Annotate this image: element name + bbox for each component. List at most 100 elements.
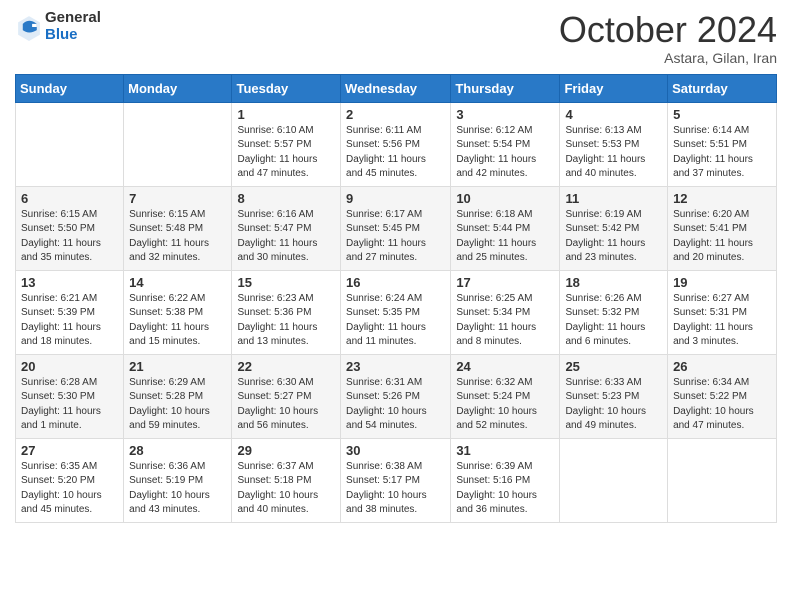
day-number: 15 [237, 275, 335, 290]
calendar-cell: 31 Sunrise: 6:39 AM Sunset: 5:16 PM Dayli… [451, 438, 560, 522]
day-info: Sunrise: 6:11 AM Sunset: 5:56 PM Dayligh… [346, 124, 445, 182]
day-number: 19 [673, 275, 771, 290]
calendar-cell: 21 Sunrise: 6:29 AM Sunset: 5:28 PM Dayli… [124, 354, 232, 438]
day-number: 10 [456, 191, 554, 206]
day-info: Sunrise: 6:37 AM Sunset: 5:18 PM Dayligh… [237, 460, 335, 518]
day-info: Sunrise: 6:18 AM Sunset: 5:44 PM Dayligh… [456, 208, 554, 266]
day-number: 17 [456, 275, 554, 290]
day-number: 11 [565, 191, 662, 206]
day-number: 30 [346, 443, 445, 458]
calendar-week-row: 6Sunrise: 6:15 AM Sunset: 5:50 PM Daylig… [16, 186, 777, 270]
day-number: 9 [346, 191, 445, 206]
day-number: 13 [21, 275, 118, 290]
calendar-cell: 24 Sunrise: 6:32 AM Sunset: 5:24 PM Dayli… [451, 354, 560, 438]
day-number: 18 [565, 275, 662, 290]
day-number: 23 [346, 359, 445, 374]
day-info: Sunrise: 6:33 AM Sunset: 5:23 PM Dayligh… [565, 376, 662, 434]
day-number: 7 [129, 191, 226, 206]
day-info: Sunrise: 6:16 AM Sunset: 5:47 PM Dayligh… [237, 208, 335, 266]
day-info: Sunrise: 6:26 AM Sunset: 5:32 PM Dayligh… [565, 292, 662, 350]
calendar-cell: 27 Sunrise: 6:35 AM Sunset: 5:20 PM Dayli… [16, 438, 124, 522]
calendar-cell [668, 438, 777, 522]
generalblue-logo-icon [15, 13, 43, 41]
calendar-cell: 12 Sunrise: 6:20 AM Sunset: 5:41 PM Dayli… [668, 186, 777, 270]
calendar-cell: 9Sunrise: 6:17 AM Sunset: 5:45 PM Daylig… [341, 186, 451, 270]
calendar-title: October 2024 [559, 10, 777, 50]
weekday-header-wednesday: Wednesday [341, 74, 451, 102]
day-info: Sunrise: 6:39 AM Sunset: 5:16 PM Dayligh… [456, 460, 554, 518]
day-info: Sunrise: 6:22 AM Sunset: 5:38 PM Dayligh… [129, 292, 226, 350]
calendar-cell: 18 Sunrise: 6:26 AM Sunset: 5:32 PM Dayli… [560, 270, 668, 354]
day-info: Sunrise: 6:32 AM Sunset: 5:24 PM Dayligh… [456, 376, 554, 434]
calendar-cell: 4 Sunrise: 6:13 AM Sunset: 5:53 PM Daylig… [560, 102, 668, 186]
day-number: 16 [346, 275, 445, 290]
day-info: Sunrise: 6:13 AM Sunset: 5:53 PM Dayligh… [565, 124, 662, 182]
day-info: Sunrise: 6:20 AM Sunset: 5:41 PM Dayligh… [673, 208, 771, 266]
day-number: 31 [456, 443, 554, 458]
day-number: 1 [237, 107, 335, 122]
day-number: 21 [129, 359, 226, 374]
day-info: Sunrise: 6:29 AM Sunset: 5:28 PM Dayligh… [129, 376, 226, 434]
calendar-cell: 16Sunrise: 6:24 AM Sunset: 5:35 PM Dayli… [341, 270, 451, 354]
calendar-cell: 3 Sunrise: 6:12 AM Sunset: 5:54 PM Daylig… [451, 102, 560, 186]
day-info: Sunrise: 6:12 AM Sunset: 5:54 PM Dayligh… [456, 124, 554, 182]
day-number: 28 [129, 443, 226, 458]
day-number: 14 [129, 275, 226, 290]
day-number: 5 [673, 107, 771, 122]
calendar-cell: 15 Sunrise: 6:23 AM Sunset: 5:36 PM Dayli… [232, 270, 341, 354]
calendar-cell: 30 Sunrise: 6:38 AM Sunset: 5:17 PM Dayli… [341, 438, 451, 522]
calendar-cell: 5 Sunrise: 6:14 AM Sunset: 5:51 PM Daylig… [668, 102, 777, 186]
day-number: 6 [21, 191, 118, 206]
calendar-cell [560, 438, 668, 522]
day-number: 25 [565, 359, 662, 374]
calendar-cell: 17 Sunrise: 6:25 AM Sunset: 5:34 PM Dayli… [451, 270, 560, 354]
logo: General Blue [15, 10, 101, 43]
day-info: Sunrise: 6:35 AM Sunset: 5:20 PM Dayligh… [21, 460, 118, 518]
calendar-cell: 6Sunrise: 6:15 AM Sunset: 5:50 PM Daylig… [16, 186, 124, 270]
day-number: 20 [21, 359, 118, 374]
calendar-cell [16, 102, 124, 186]
weekday-header-thursday: Thursday [451, 74, 560, 102]
calendar-cell: 26 Sunrise: 6:34 AM Sunset: 5:22 PM Dayli… [668, 354, 777, 438]
weekday-header-saturday: Saturday [668, 74, 777, 102]
calendar-week-row: 13 Sunrise: 6:21 AM Sunset: 5:39 PM Dayli… [16, 270, 777, 354]
day-number: 27 [21, 443, 118, 458]
calendar-cell: 20 Sunrise: 6:28 AM Sunset: 5:30 PM Dayli… [16, 354, 124, 438]
page: General Blue October 2024 Astara, Gilan,… [0, 0, 792, 538]
day-info: Sunrise: 6:10 AM Sunset: 5:57 PM Dayligh… [237, 124, 335, 182]
calendar-cell: 23 Sunrise: 6:31 AM Sunset: 5:26 PM Dayli… [341, 354, 451, 438]
day-number: 2 [346, 107, 445, 122]
weekday-header-sunday: Sunday [16, 74, 124, 102]
day-info: Sunrise: 6:38 AM Sunset: 5:17 PM Dayligh… [346, 460, 445, 518]
calendar-week-row: 20 Sunrise: 6:28 AM Sunset: 5:30 PM Dayli… [16, 354, 777, 438]
logo-text: General Blue [45, 10, 101, 43]
day-info: Sunrise: 6:21 AM Sunset: 5:39 PM Dayligh… [21, 292, 118, 350]
calendar-location: Astara, Gilan, Iran [559, 50, 777, 66]
calendar-cell: 2 Sunrise: 6:11 AM Sunset: 5:56 PM Daylig… [341, 102, 451, 186]
day-info: Sunrise: 6:19 AM Sunset: 5:42 PM Dayligh… [565, 208, 662, 266]
day-info: Sunrise: 6:31 AM Sunset: 5:26 PM Dayligh… [346, 376, 445, 434]
day-number: 12 [673, 191, 771, 206]
calendar-cell: 1 Sunrise: 6:10 AM Sunset: 5:57 PM Daylig… [232, 102, 341, 186]
calendar-cell: 28Sunrise: 6:36 AM Sunset: 5:19 PM Dayli… [124, 438, 232, 522]
day-number: 4 [565, 107, 662, 122]
day-info: Sunrise: 6:28 AM Sunset: 5:30 PM Dayligh… [21, 376, 118, 434]
logo-general: General [45, 10, 101, 27]
day-info: Sunrise: 6:34 AM Sunset: 5:22 PM Dayligh… [673, 376, 771, 434]
day-number: 29 [237, 443, 335, 458]
calendar-cell: 10 Sunrise: 6:18 AM Sunset: 5:44 PM Dayli… [451, 186, 560, 270]
day-number: 24 [456, 359, 554, 374]
day-number: 3 [456, 107, 554, 122]
calendar-cell: 25 Sunrise: 6:33 AM Sunset: 5:23 PM Dayli… [560, 354, 668, 438]
day-info: Sunrise: 6:14 AM Sunset: 5:51 PM Dayligh… [673, 124, 771, 182]
calendar-cell [124, 102, 232, 186]
calendar-cell: 13 Sunrise: 6:21 AM Sunset: 5:39 PM Dayli… [16, 270, 124, 354]
weekday-header-tuesday: Tuesday [232, 74, 341, 102]
day-info: Sunrise: 6:23 AM Sunset: 5:36 PM Dayligh… [237, 292, 335, 350]
day-number: 26 [673, 359, 771, 374]
calendar-cell: 22Sunrise: 6:30 AM Sunset: 5:27 PM Dayli… [232, 354, 341, 438]
calendar-cell: 19Sunrise: 6:27 AM Sunset: 5:31 PM Dayli… [668, 270, 777, 354]
calendar-cell: 11 Sunrise: 6:19 AM Sunset: 5:42 PM Dayli… [560, 186, 668, 270]
header: General Blue October 2024 Astara, Gilan,… [15, 10, 777, 66]
day-info: Sunrise: 6:25 AM Sunset: 5:34 PM Dayligh… [456, 292, 554, 350]
